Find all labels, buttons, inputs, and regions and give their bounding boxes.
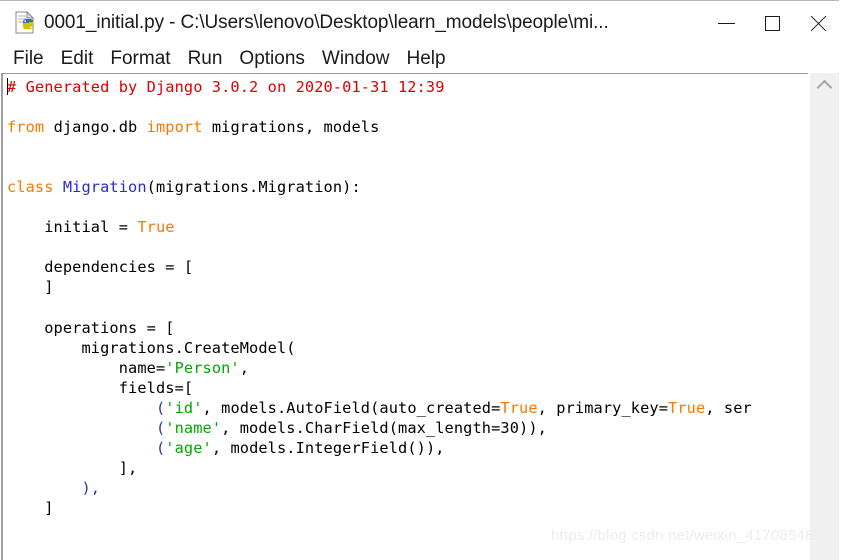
code-token-plain: fields=[ bbox=[7, 378, 194, 397]
code-token-plain: , bbox=[239, 358, 250, 377]
code-line: migrations.CreateModel( bbox=[3, 338, 808, 358]
menu-item-options[interactable]: Options bbox=[232, 47, 311, 71]
code-token-keyword: class bbox=[7, 178, 63, 197]
code-token-paren: ( bbox=[7, 418, 166, 437]
code-token-string: 'age' bbox=[165, 438, 212, 457]
code-token-plain: migrations.CreateModel( bbox=[7, 338, 296, 357]
watermark-text: https://blog.csdn.net/weixin_41708548 bbox=[551, 527, 814, 544]
close-icon bbox=[808, 13, 829, 34]
code-line: ] bbox=[3, 498, 808, 518]
code-line: class Migration(migrations.Migration): bbox=[3, 177, 808, 197]
code-token-string: 'Person' bbox=[165, 358, 240, 377]
code-token-comment: # Generated by Django 3.0.2 on 2020-01-3… bbox=[7, 78, 445, 96]
maximize-icon bbox=[764, 15, 780, 31]
code-line: initial = True bbox=[3, 217, 808, 237]
code-line: operations = [ bbox=[3, 318, 808, 338]
chevron-up-icon bbox=[816, 79, 833, 96]
menu-item-run[interactable]: Run bbox=[181, 47, 230, 71]
code-line: # Generated by Django 3.0.2 on 2020-01-3… bbox=[3, 77, 808, 97]
close-button[interactable] bbox=[795, 1, 841, 45]
code-token-keyword: from bbox=[7, 118, 54, 137]
minimize-button[interactable] bbox=[703, 1, 749, 45]
code-token-class: Migration bbox=[62, 178, 147, 197]
idle-editor-window: 0001_initial.py - C:\Users\lenovo\Deskto… bbox=[0, 0, 841, 560]
code-token-plain: , ser bbox=[705, 398, 752, 417]
code-token-plain: , primary_key= bbox=[537, 398, 669, 417]
code-line: from django.db import migrations, models bbox=[3, 117, 808, 137]
code-token-string: 'name' bbox=[165, 418, 222, 437]
code-line: ] bbox=[3, 277, 808, 297]
code-token-plain: ] bbox=[7, 498, 54, 517]
code-token-paren: ), bbox=[7, 478, 101, 497]
code-token-plain: ], bbox=[7, 458, 138, 477]
code-line: ], bbox=[3, 458, 808, 478]
code-token-plain: operations = [ bbox=[7, 318, 175, 337]
code-token-plain: , models.IntegerField()), bbox=[211, 438, 445, 457]
code-line: dependencies = [ bbox=[3, 257, 808, 277]
code-line: fields=[ bbox=[3, 378, 808, 398]
code-token-plain: migrations, models bbox=[211, 118, 380, 137]
python-file-icon bbox=[12, 10, 38, 36]
menu-item-format[interactable]: Format bbox=[103, 47, 177, 71]
code-token-plain: ] bbox=[7, 278, 54, 297]
maximize-button[interactable] bbox=[749, 1, 795, 45]
menu-item-help[interactable]: Help bbox=[399, 47, 452, 71]
menu-item-window[interactable]: Window bbox=[315, 47, 397, 71]
code-token-builtin: True bbox=[137, 218, 175, 237]
code-token-plain: initial = bbox=[7, 218, 138, 237]
source-code[interactable]: # Generated by Django 3.0.2 on 2020-01-3… bbox=[3, 77, 808, 518]
title-bar: 0001_initial.py - C:\Users\lenovo\Deskto… bbox=[0, 0, 841, 45]
code-token-plain: dependencies = [ bbox=[7, 258, 194, 277]
editor-area: # Generated by Django 3.0.2 on 2020-01-3… bbox=[0, 73, 841, 560]
code-line: ('age', models.IntegerField()), bbox=[3, 438, 808, 458]
code-token-plain: , models.AutoField(auto_created= bbox=[202, 398, 501, 417]
scroll-up-button[interactable] bbox=[810, 73, 839, 99]
code-token-paren: ( bbox=[7, 398, 166, 417]
window-title: 0001_initial.py - C:\Users\lenovo\Deskto… bbox=[44, 12, 609, 33]
code-token-plain: django.db bbox=[53, 118, 147, 137]
code-line: name='Person', bbox=[3, 358, 808, 378]
code-token-plain: name= bbox=[7, 358, 166, 377]
code-line: ('id', models.AutoField(auto_created=Tru… bbox=[3, 398, 808, 418]
code-token-builtin: True bbox=[668, 398, 706, 417]
code-line: ('name', models.CharField(max_length=30)… bbox=[3, 418, 808, 438]
code-line: ), bbox=[3, 478, 808, 498]
code-text-area[interactable]: # Generated by Django 3.0.2 on 2020-01-3… bbox=[1, 73, 808, 560]
code-token-string: 'id' bbox=[165, 398, 203, 417]
code-token-paren: ( bbox=[7, 438, 166, 457]
code-token-plain: (migrations.Migration): bbox=[146, 178, 361, 197]
text-caret bbox=[7, 78, 8, 95]
menu-bar: File Edit Format Run Options Window Help bbox=[0, 45, 841, 73]
menu-item-edit[interactable]: Edit bbox=[54, 47, 101, 71]
vertical-scrollbar[interactable] bbox=[810, 73, 839, 560]
minimize-icon bbox=[717, 22, 735, 24]
code-token-builtin: True bbox=[500, 398, 538, 417]
menu-item-file[interactable]: File bbox=[6, 47, 51, 71]
code-token-keyword: import bbox=[146, 118, 212, 137]
code-token-plain: , models.CharField(max_length=30)), bbox=[221, 418, 547, 437]
